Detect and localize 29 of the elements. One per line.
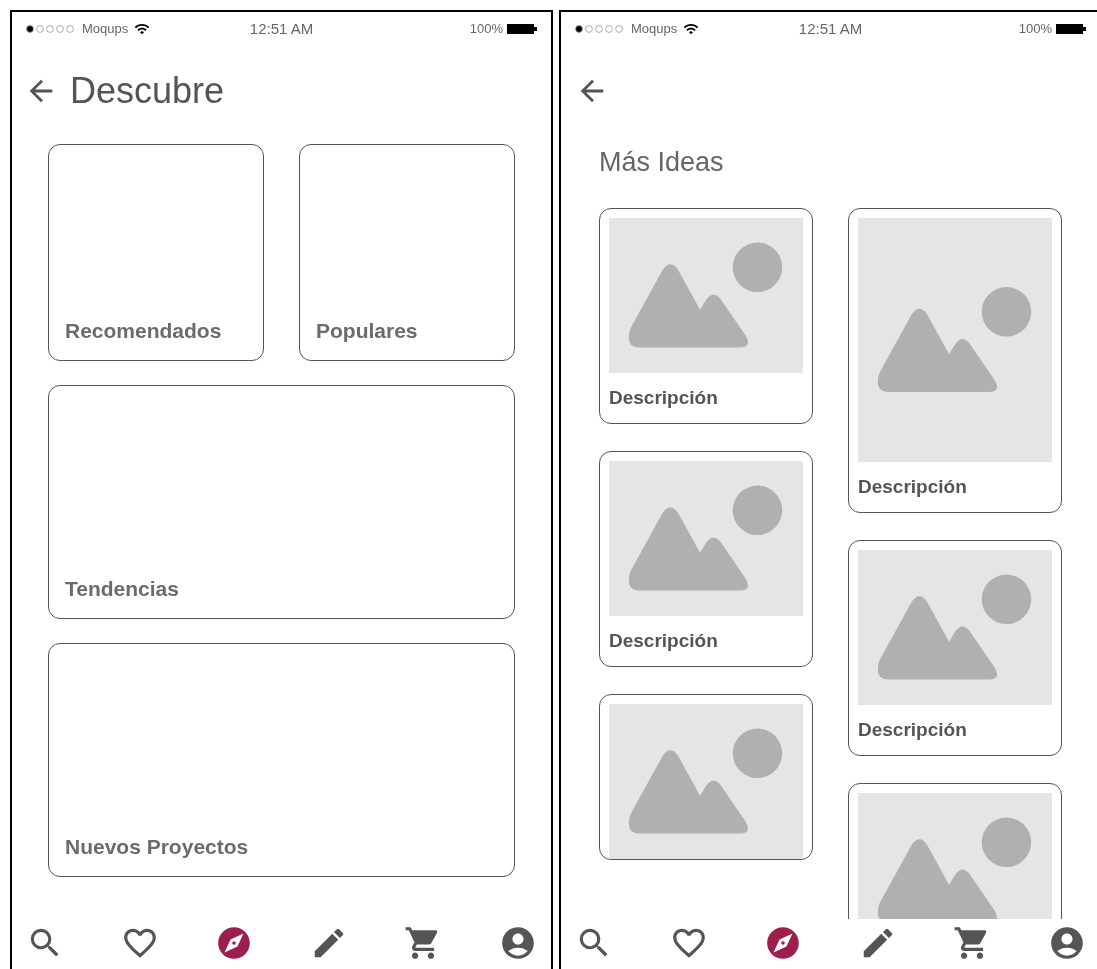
category-label: Populares: [316, 317, 418, 344]
battery-icon: [1056, 24, 1086, 34]
idea-description: Descripción: [609, 385, 718, 410]
carrier-name: Moqups: [82, 20, 129, 39]
idea-description: Descripción: [609, 628, 718, 653]
idea-card[interactable]: Descripción: [848, 208, 1062, 513]
idea-card[interactable]: Descripción: [599, 451, 813, 667]
battery-icon: [507, 24, 537, 34]
category-card[interactable]: Nuevos Proyectos: [48, 643, 515, 877]
page-title: Descubre: [70, 69, 225, 113]
idea-description: Descripción: [858, 474, 967, 499]
status-time: 12:51 AM: [249, 18, 314, 39]
category-label: Nuevos Proyectos: [65, 833, 249, 860]
wifi-icon: [683, 21, 700, 37]
battery-percent: 100%: [469, 20, 503, 39]
category-label: Tendencias: [65, 575, 179, 602]
section-title: Más Ideas: [599, 147, 724, 177]
idea-card[interactable]: Descripción: [599, 208, 813, 424]
idea-card[interactable]: [599, 694, 813, 860]
idea-card[interactable]: Descripción: [848, 540, 1062, 756]
idea-description: Descripción: [858, 717, 967, 742]
category-card[interactable]: Tendencias: [48, 385, 515, 619]
category-card[interactable]: Populares: [299, 144, 515, 361]
battery-percent: 100%: [1018, 20, 1052, 39]
wifi-icon: [134, 21, 151, 37]
status-time: 12:51 AM: [798, 18, 863, 39]
category-label: Recomendados: [65, 317, 222, 344]
category-card[interactable]: Recomendados: [48, 144, 264, 361]
carrier-name: Moqups: [631, 20, 678, 39]
